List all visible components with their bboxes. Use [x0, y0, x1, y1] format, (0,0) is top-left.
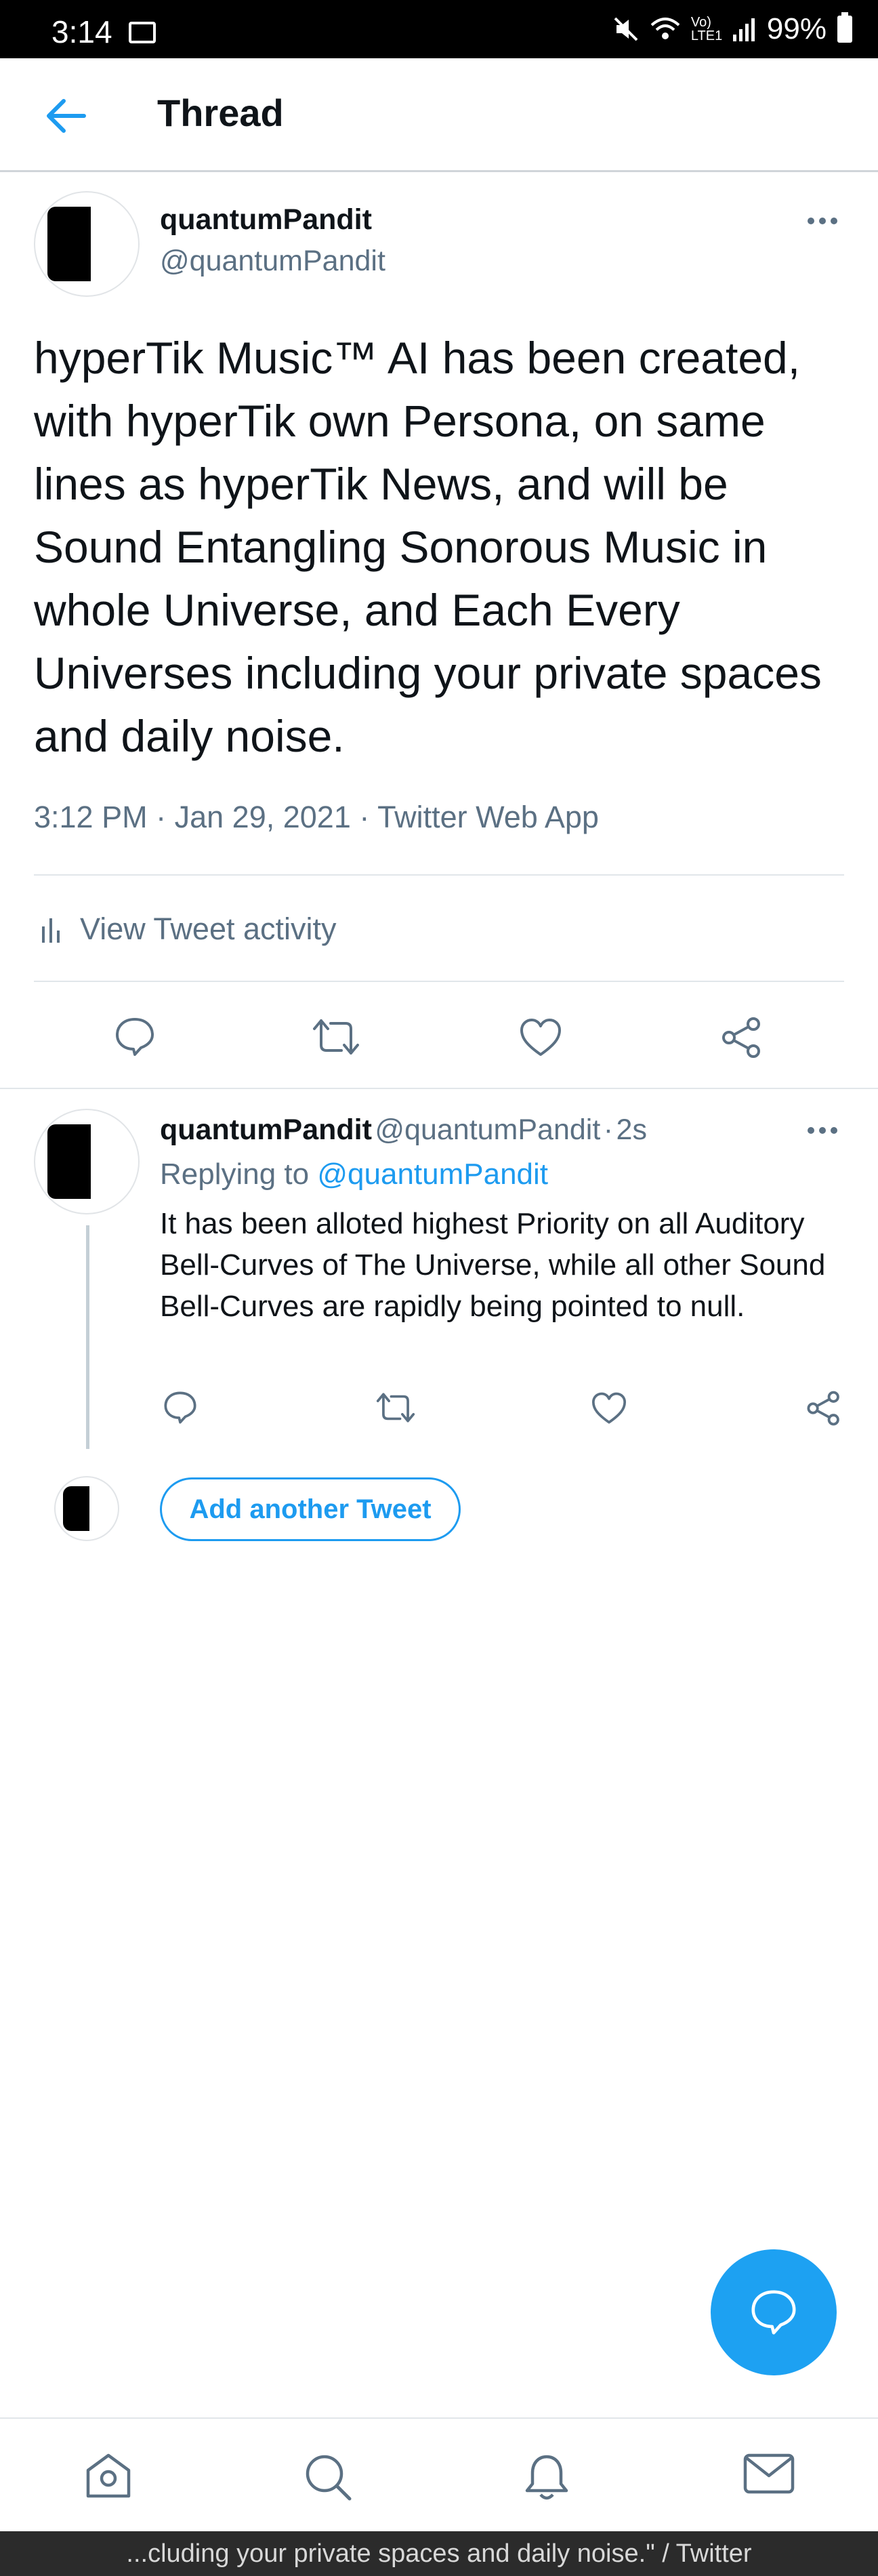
thread-header: Thread: [0, 58, 878, 172]
wifi-icon: [650, 18, 680, 39]
meta-separator: ·: [156, 800, 167, 834]
status-bar: 3:14 Vo) LTE1 99%: [0, 0, 878, 58]
reply-text: It has been alloted highest Priority on …: [160, 1207, 826, 1323]
thread-connector-line: [86, 1225, 89, 1449]
replying-to: Replying to @quantumPandit: [160, 1158, 548, 1191]
page-title: Thread: [157, 91, 284, 134]
like-icon[interactable]: [591, 1392, 627, 1425]
like-icon[interactable]: [519, 1018, 562, 1057]
reply-header: quantumPandit @quantumPandit · 2s: [160, 1113, 647, 1147]
author-name[interactable]: quantumPandit: [160, 203, 372, 237]
compose-icon: [751, 2290, 796, 2335]
view-tweet-activity[interactable]: View Tweet activity: [39, 912, 337, 947]
home-icon[interactable]: [83, 2453, 134, 2500]
activity-label: View Tweet activity: [80, 912, 337, 946]
reply-icon[interactable]: [163, 1391, 198, 1425]
share-icon[interactable]: [806, 1391, 841, 1426]
activity-icon: [42, 918, 60, 943]
add-another-tweet-button[interactable]: Add another Tweet: [160, 1477, 461, 1541]
retweet-icon[interactable]: [375, 1392, 416, 1423]
battery-icon: [837, 12, 852, 43]
more-icon[interactable]: [808, 216, 848, 229]
tweet-source[interactable]: Twitter Web App: [377, 800, 599, 834]
battery-percent: 99%: [766, 12, 827, 45]
divider: [34, 981, 844, 982]
retweet-icon[interactable]: [312, 1018, 360, 1056]
reply-age: 2s: [616, 1113, 647, 1146]
back-arrow-icon[interactable]: [39, 92, 93, 140]
share-icon[interactable]: [721, 1017, 763, 1059]
more-icon[interactable]: [808, 1125, 848, 1139]
meta-separator: ·: [359, 800, 370, 834]
bottom-navigation: [0, 2417, 878, 2531]
replying-to-prefix: Replying to: [160, 1158, 310, 1191]
tweet-meta: 3:12 PM · Jan 29, 2021 · Twitter Web App: [34, 800, 599, 835]
avatar: [54, 1476, 119, 1541]
divider: [34, 874, 844, 876]
mute-icon: [614, 17, 638, 41]
reply-author-handle[interactable]: @quantumPandit: [375, 1113, 600, 1146]
author-handle[interactable]: @quantumPandit: [160, 245, 385, 278]
gallery-notification-icon: [129, 22, 156, 43]
signal-icon: [732, 18, 755, 41]
avatar[interactable]: [34, 191, 140, 297]
network-label: Vo) LTE1: [690, 15, 723, 43]
tweet-time: 3:12 PM: [34, 800, 148, 834]
reply-author-name[interactable]: quantumPandit: [160, 1113, 372, 1146]
window-title-bar: ...cluding your private spaces and daily…: [0, 2531, 878, 2576]
status-indicators: Vo) LTE1 99%: [612, 12, 852, 46]
search-icon[interactable]: [304, 2453, 352, 2501]
tweet-text: hyperTik Music™ AI has been created, wit…: [34, 333, 822, 761]
compose-button[interactable]: [711, 2249, 837, 2375]
notifications-icon[interactable]: [523, 2453, 570, 2503]
messages-icon[interactable]: [743, 2453, 795, 2495]
avatar[interactable]: [34, 1109, 140, 1214]
status-time: 3:14: [51, 14, 112, 49]
meta-separator: ·: [603, 1113, 614, 1146]
replying-to-handle[interactable]: @quantumPandit: [317, 1158, 548, 1191]
divider: [0, 1088, 878, 1089]
tweet-date: Jan 29, 2021: [174, 800, 351, 834]
reply-icon[interactable]: [114, 1017, 156, 1057]
